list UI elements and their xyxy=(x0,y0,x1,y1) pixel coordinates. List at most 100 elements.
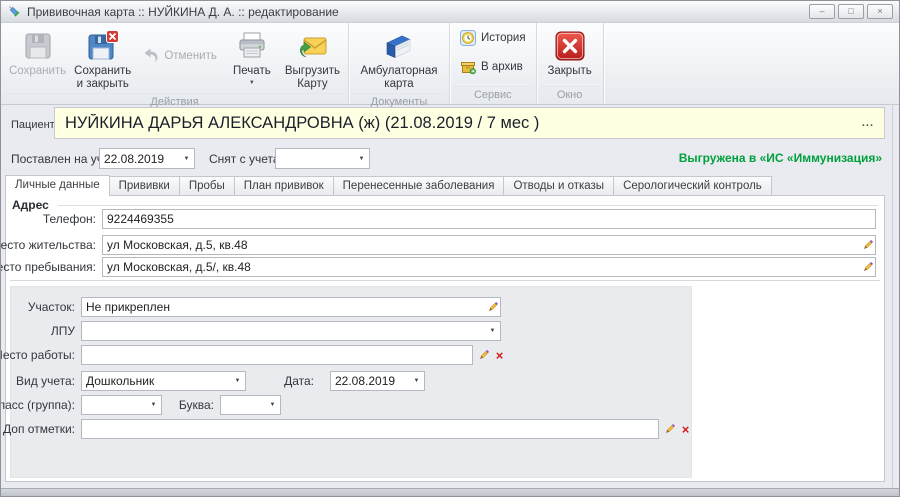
app-window: Прививочная карта :: НУЙКИНА Д. А. :: ре… xyxy=(0,0,900,497)
patient-label: Пациент: xyxy=(11,119,58,131)
pencil-icon xyxy=(862,239,874,251)
close-window-button[interactable]: Закрыть xyxy=(542,26,598,80)
reg-date-value: 22.08.2019 xyxy=(100,152,179,166)
tab-personal-data[interactable]: Личные данные xyxy=(5,175,110,196)
notes-input[interactable] xyxy=(82,422,658,436)
close-window-label: Закрыть xyxy=(547,65,591,78)
save-close-button[interactable]: Сохранить и закрыть xyxy=(71,26,134,93)
account-type-select[interactable]: Дошкольник ▼ xyxy=(81,371,246,391)
title-bar: Прививочная карта :: НУЙКИНА Д. А. :: ре… xyxy=(1,1,899,23)
history-label: История xyxy=(481,32,526,44)
close-icon xyxy=(554,30,586,62)
uchastok-edit-button[interactable] xyxy=(485,301,500,313)
group-label-service: Сервис xyxy=(453,86,533,104)
group-label-window: Окно xyxy=(540,86,600,104)
pencil-icon xyxy=(664,423,676,435)
print-icon xyxy=(236,30,268,62)
documents-buttons: Амбулаторная карта xyxy=(352,24,446,93)
undo-icon xyxy=(141,47,159,65)
workplace-label: Место работы: xyxy=(0,348,75,362)
window-right-edge xyxy=(892,104,893,489)
ambulatory-card-button[interactable]: Амбулаторная карта xyxy=(354,26,444,93)
save-close-label-1: Сохранить xyxy=(74,65,131,78)
notes-edit-button[interactable] xyxy=(662,420,677,438)
uchastok-field xyxy=(81,297,501,317)
ambulatory-card-label-1: Амбулаторная xyxy=(360,65,437,78)
section-divider xyxy=(10,280,880,281)
residence-edit-button[interactable] xyxy=(860,239,875,251)
tab-past-diseases[interactable]: Перенесенные заболевания xyxy=(334,176,505,196)
tab-vaccination-plan[interactable]: План прививок xyxy=(235,176,334,196)
dropdown-icon: ▼ xyxy=(265,402,280,408)
ambulatory-card-label-2: карта xyxy=(384,78,413,91)
tab-vaccinations[interactable]: Прививки xyxy=(110,176,180,196)
residence-input[interactable] xyxy=(103,238,860,252)
archive-box-icon xyxy=(460,59,476,75)
close-button[interactable]: × xyxy=(867,4,893,19)
export-card-icon xyxy=(296,30,328,62)
archive-label: В архив xyxy=(481,61,523,73)
residence-label: Место жительства: xyxy=(0,238,96,252)
maximize-button[interactable]: □ xyxy=(838,4,864,19)
print-button[interactable]: Печать ▼ xyxy=(224,26,280,87)
tab-serological-control[interactable]: Серологический контроль xyxy=(614,176,772,196)
undo-wrap: Отменить xyxy=(136,45,222,67)
export-card-label-2: Карту xyxy=(297,78,327,91)
address-group-title: Адрес xyxy=(12,198,49,212)
workplace-clear-button[interactable]: × xyxy=(492,346,507,364)
ribbon-group-service: История В архив Сервис xyxy=(450,23,537,104)
ribbon-toolbar: Сохранить Сохранить и закрыть xyxy=(1,23,899,105)
print-dropdown-icon: ▼ xyxy=(249,81,255,85)
ribbon-group-actions: Сохранить Сохранить и закрыть xyxy=(1,23,349,104)
dropdown-icon: ▼ xyxy=(485,328,500,334)
dropdown-icon: ▼ xyxy=(354,156,369,162)
window-resize-edge xyxy=(1,488,899,496)
archive-button[interactable]: В архив xyxy=(455,57,528,77)
date-value: 22.08.2019 xyxy=(331,374,409,388)
history-button[interactable]: История xyxy=(455,28,531,48)
save-label: Сохранить xyxy=(9,65,66,78)
save-button: Сохранить xyxy=(6,26,69,80)
lpu-select[interactable]: ▼ xyxy=(81,321,501,341)
notes-clear-button[interactable]: × xyxy=(678,420,693,438)
ellipsis-button[interactable]: ... xyxy=(860,117,876,129)
stay-input[interactable] xyxy=(103,260,860,274)
tab-strip: Личные данные Прививки Пробы План привив… xyxy=(5,175,772,196)
phone-label: Телефон: xyxy=(43,212,96,226)
lpu-label: ЛПУ xyxy=(51,324,75,338)
export-card-label-1: Выгрузить xyxy=(285,65,340,78)
clock-icon xyxy=(460,30,476,46)
tab-tests[interactable]: Пробы xyxy=(180,176,235,196)
print-label: Печать xyxy=(233,65,271,78)
export-card-button[interactable]: Выгрузить Карту xyxy=(282,26,343,93)
uchastok-input[interactable] xyxy=(82,300,485,314)
service-buttons: История В архив xyxy=(453,24,533,86)
stay-edit-button[interactable] xyxy=(860,261,875,273)
phone-input[interactable] xyxy=(103,212,875,226)
letter-select[interactable]: ▼ xyxy=(220,395,281,415)
personal-data-page: Адрес Телефон: Место жительства: Место п… xyxy=(5,195,885,482)
workplace-edit-button[interactable] xyxy=(476,346,491,364)
export-status-text: Выгружена в «ИС «Иммунизация» xyxy=(679,151,882,165)
minimize-button[interactable]: – xyxy=(809,4,835,19)
workplace-input[interactable] xyxy=(82,348,472,362)
pencil-icon xyxy=(487,301,499,313)
undo-button: Отменить xyxy=(136,45,222,67)
account-type-value: Дошкольник xyxy=(82,374,230,388)
residence-field xyxy=(102,235,876,255)
class-select[interactable]: ▼ xyxy=(81,395,162,415)
stay-label: Место пребывания: xyxy=(0,260,96,274)
actions-buttons: Сохранить Сохранить и закрыть xyxy=(4,24,345,93)
reg-date-select[interactable]: 22.08.2019 ▼ xyxy=(99,148,195,169)
window-buttons: Закрыть xyxy=(540,24,600,86)
save-close-icon xyxy=(87,30,119,62)
patient-field[interactable]: НУЙКИНА ДАРЬЯ АЛЕКСАНДРОВНА (ж) (21.08.2… xyxy=(54,107,885,139)
date-label: Дата: xyxy=(284,374,314,388)
pencil-icon xyxy=(478,349,490,361)
patient-name: НУЙКИНА ДАРЬЯ АЛЕКСАНДРОВНА (ж) (21.08.2… xyxy=(65,114,860,133)
workplace-field xyxy=(81,345,473,365)
date-select[interactable]: 22.08.2019 ▼ xyxy=(330,371,425,391)
tab-withdrawals-refusals[interactable]: Отводы и отказы xyxy=(504,176,614,196)
notes-label: Доп отметки: xyxy=(3,422,75,436)
dereg-date-select[interactable]: ▼ xyxy=(275,148,370,169)
